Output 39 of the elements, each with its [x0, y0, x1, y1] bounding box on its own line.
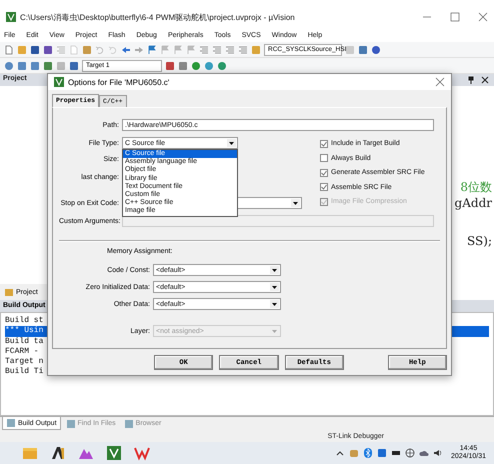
dropdown-arrow-icon	[270, 266, 279, 274]
app-icon	[6, 12, 16, 22]
pin-icon[interactable]	[466, 75, 476, 85]
bookmark-icon[interactable]	[173, 44, 183, 54]
arguments-field[interactable]	[122, 215, 434, 227]
dropdown-arrow-icon	[270, 283, 279, 291]
checkbox[interactable]	[320, 140, 328, 148]
dropdown-arrow-icon	[270, 327, 279, 335]
maximize-icon[interactable]	[450, 12, 460, 22]
checkbox[interactable]	[320, 183, 328, 192]
checkbox[interactable]	[320, 154, 328, 162]
back-arrow-icon[interactable]	[121, 44, 131, 54]
project-tab-icon	[4, 287, 14, 297]
app-icon	[54, 77, 64, 87]
app-icon[interactable]	[50, 445, 66, 461]
close-icon[interactable]	[435, 77, 445, 87]
dropdown-arrow-icon	[291, 199, 300, 207]
close-icon[interactable]	[478, 12, 488, 22]
code-line: gAddr	[454, 196, 492, 210]
window-title: C:\Users\消毒虫\Desktop\butterfly\6-4 PWM驱动舵机\project.uvprojx - µVision	[20, 12, 296, 22]
tab-icon	[124, 418, 134, 428]
bookmark-icon[interactable]	[186, 44, 196, 54]
checkbox[interactable]	[320, 168, 328, 177]
speaker-icon[interactable]	[432, 448, 443, 458]
undo-icon[interactable]	[95, 44, 105, 54]
bookmark-flag-icon[interactable]	[147, 44, 157, 54]
dropdown-arrow-icon	[270, 300, 279, 308]
code-line: SS);	[467, 234, 492, 248]
tab-icon	[66, 418, 76, 428]
bluetooth-icon[interactable]	[362, 448, 373, 458]
forward-arrow-icon[interactable]	[134, 44, 144, 54]
dropdown-arrow-icon	[227, 139, 236, 147]
code-line: 8位数	[460, 180, 492, 194]
globe-icon[interactable]	[404, 448, 415, 458]
cloud-icon[interactable]	[418, 448, 429, 458]
bookmark-icon[interactable]	[160, 44, 170, 54]
close-icon[interactable]	[480, 75, 490, 85]
new-file-icon[interactable]	[4, 44, 14, 54]
tab-icon	[6, 418, 16, 428]
